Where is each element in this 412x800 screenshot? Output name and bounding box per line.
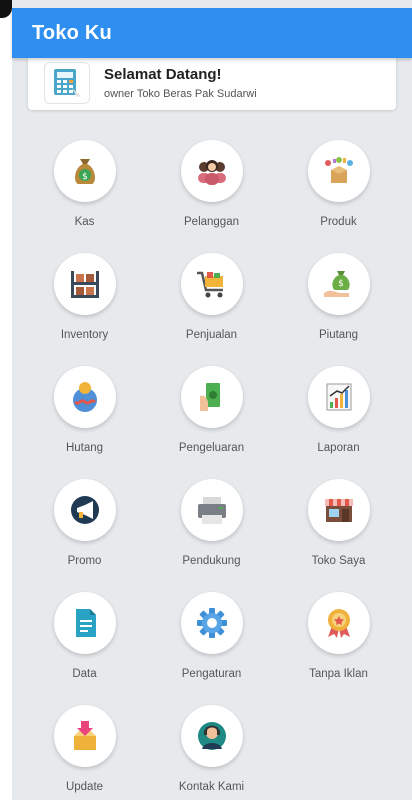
menu-label: Pengeluaran bbox=[178, 442, 245, 454]
printer-icon bbox=[180, 479, 243, 541]
menu-label: Piutang bbox=[318, 329, 358, 341]
menu-label: Kas bbox=[74, 216, 95, 228]
svg-text:$: $ bbox=[82, 172, 88, 182]
menu-item-produk[interactable]: Produk bbox=[275, 140, 402, 231]
product-box-icon bbox=[307, 140, 370, 202]
gear-icon bbox=[180, 592, 243, 654]
app-bar: Toko Ku bbox=[12, 8, 412, 58]
menu-label: Pelanggan bbox=[184, 216, 239, 228]
support-agent-icon bbox=[180, 705, 243, 767]
store-icon bbox=[307, 479, 370, 541]
menu-item-pendukung[interactable]: Pendukung bbox=[148, 479, 275, 570]
menu-item-penjualan[interactable]: Penjualan bbox=[148, 253, 275, 344]
menu-label: Promo bbox=[67, 555, 102, 567]
app-title: Toko Ku bbox=[32, 21, 112, 44]
menu-item-inventory[interactable]: Inventory bbox=[21, 253, 148, 344]
menu-item-kontak-kami[interactable]: Kontak Kami bbox=[148, 705, 275, 796]
menu-label: Kontak Kami bbox=[178, 781, 245, 793]
cash-hand-icon bbox=[180, 366, 243, 428]
coin-piggy-icon bbox=[53, 366, 116, 428]
menu-label: Toko Saya bbox=[311, 555, 366, 567]
menu-label: Inventory bbox=[60, 329, 109, 341]
document-icon bbox=[53, 592, 116, 654]
menu-item-pelanggan[interactable]: Pelanggan bbox=[148, 140, 275, 231]
megaphone-icon bbox=[53, 479, 116, 541]
customers-icon bbox=[180, 140, 243, 202]
download-box-icon bbox=[53, 705, 116, 767]
menu-label: Update bbox=[65, 781, 104, 793]
menu-item-tanpa-iklan[interactable]: Tanpa Iklan bbox=[275, 592, 402, 683]
menu-item-promo[interactable]: Promo bbox=[21, 479, 148, 570]
report-chart-icon bbox=[307, 366, 370, 428]
menu-item-laporan[interactable]: Laporan bbox=[275, 366, 402, 457]
shelf-icon bbox=[53, 253, 116, 315]
menu-label: Pengaturan bbox=[181, 668, 242, 680]
menu-grid: $ Kas Pelanggan Produk Inventory Penjual… bbox=[12, 140, 412, 796]
menu-label: Penjualan bbox=[185, 329, 238, 341]
menu-item-data[interactable]: Data bbox=[21, 592, 148, 683]
svg-text:$: $ bbox=[338, 279, 344, 289]
menu-item-pengaturan[interactable]: Pengaturan bbox=[148, 592, 275, 683]
menu-label: Produk bbox=[320, 216, 357, 228]
welcome-card[interactable]: Selamat Datang! owner Toko Beras Pak Sud… bbox=[28, 56, 396, 110]
menu-label: Pendukung bbox=[182, 555, 241, 567]
menu-label: Tanpa Iklan bbox=[309, 668, 368, 680]
menu-label: Laporan bbox=[317, 442, 360, 454]
menu-label: Hutang bbox=[65, 442, 104, 454]
menu-item-pengeluaran[interactable]: Pengeluaran bbox=[148, 366, 275, 457]
money-bag-icon: $ bbox=[53, 140, 116, 202]
award-badge-icon bbox=[307, 592, 370, 654]
menu-item-update[interactable]: Update bbox=[21, 705, 148, 796]
menu-item-kas[interactable]: $ Kas bbox=[21, 140, 148, 231]
calculator-icon bbox=[44, 62, 90, 104]
shopping-cart-icon bbox=[180, 253, 243, 315]
hand-money-icon: $ bbox=[307, 253, 370, 315]
welcome-title: Selamat Datang! bbox=[104, 66, 222, 83]
menu-label: Data bbox=[72, 668, 97, 680]
left-edge bbox=[0, 0, 12, 800]
menu-item-hutang[interactable]: Hutang bbox=[21, 366, 148, 457]
welcome-subtitle: owner Toko Beras Pak Sudarwi bbox=[104, 88, 257, 100]
menu-item-toko-saya[interactable]: Toko Saya bbox=[275, 479, 402, 570]
menu-item-piutang[interactable]: $ Piutang bbox=[275, 253, 402, 344]
